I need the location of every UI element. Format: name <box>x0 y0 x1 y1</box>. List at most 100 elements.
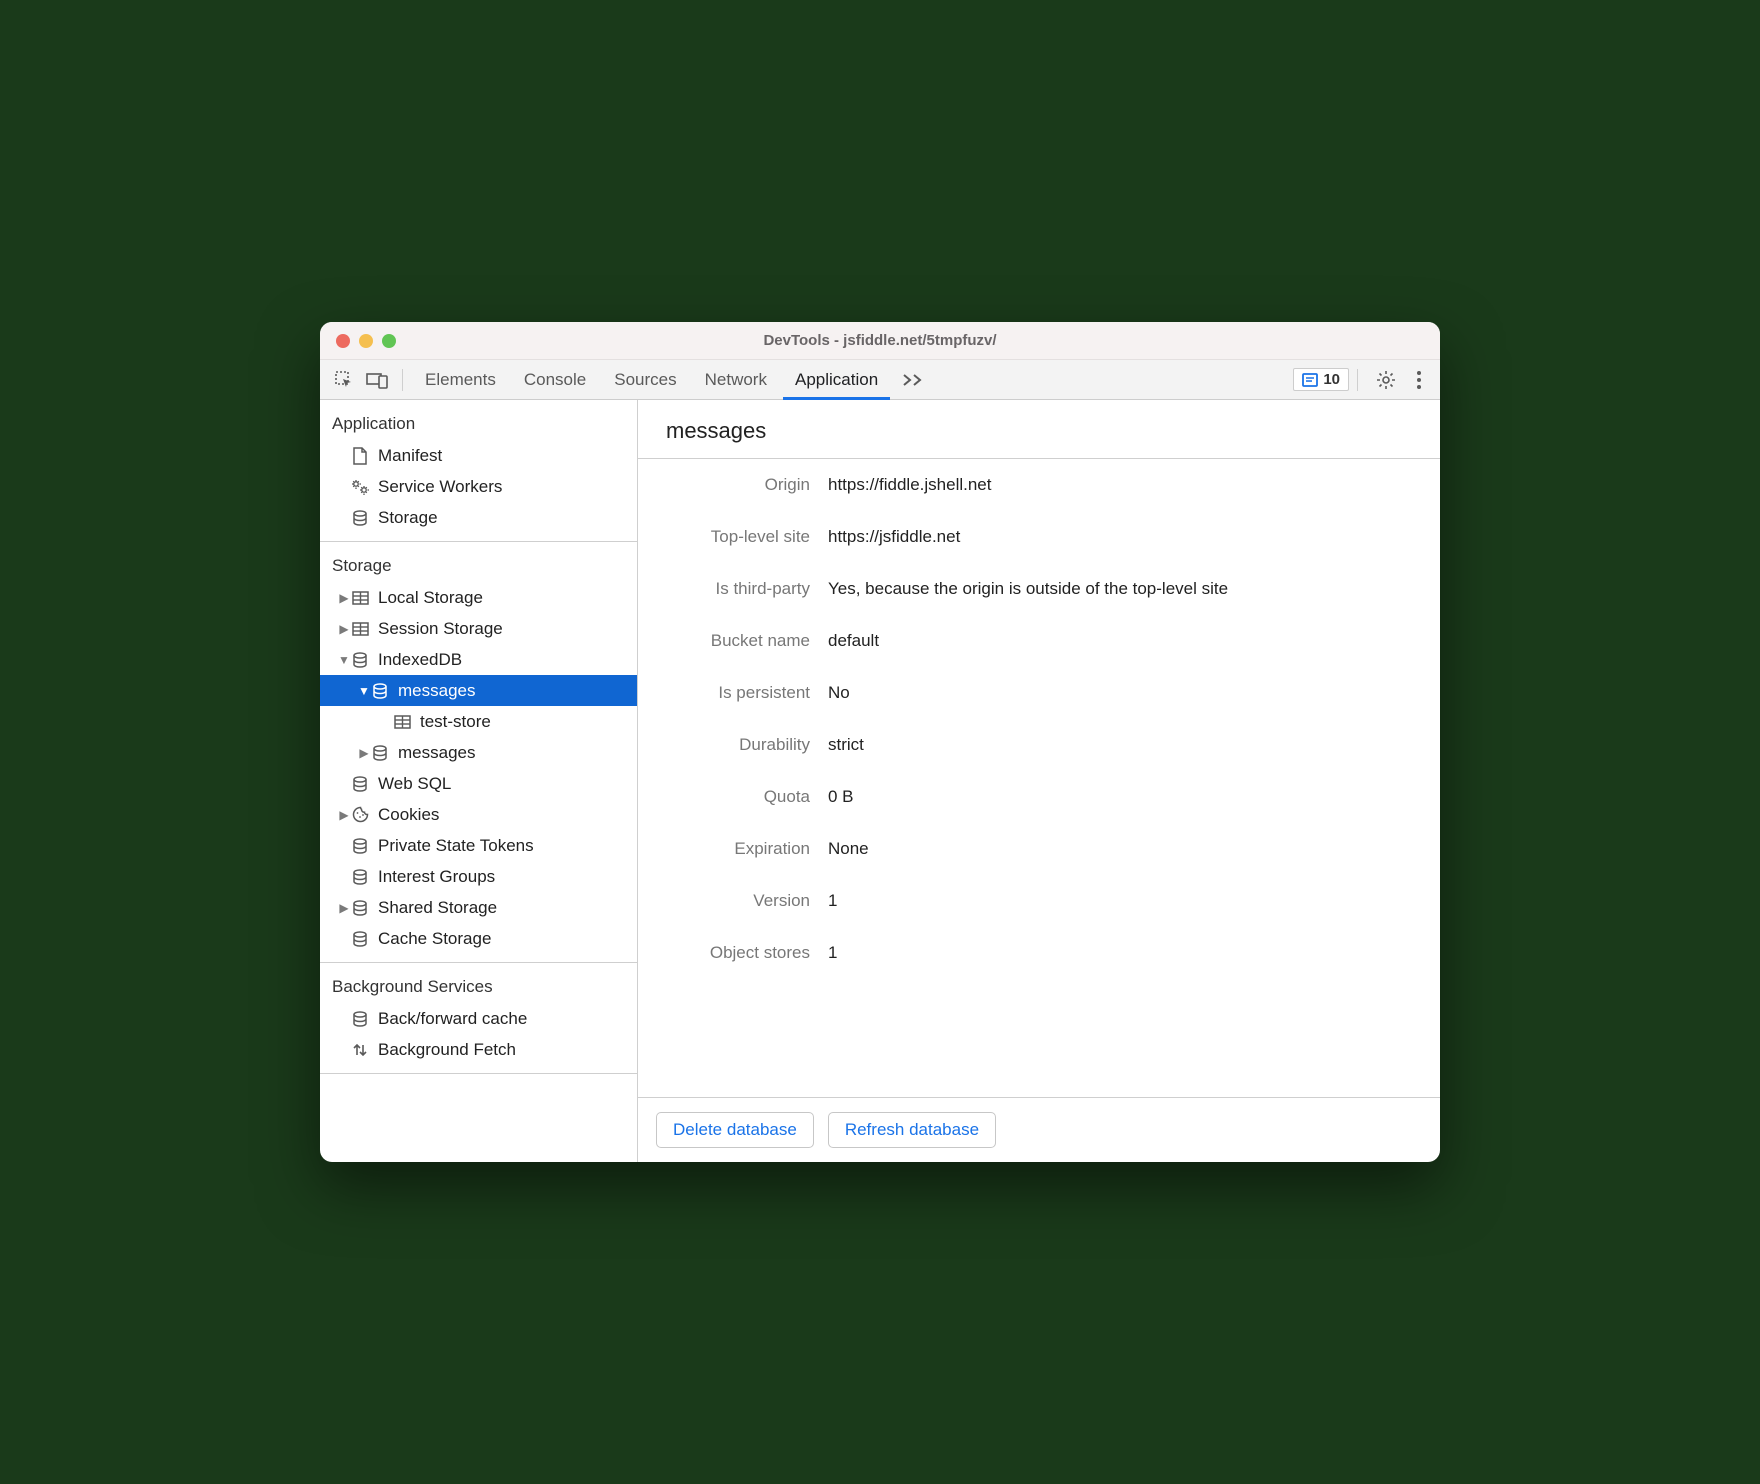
more-tabs-icon[interactable] <box>892 369 934 391</box>
chevron-down-icon[interactable]: ▼ <box>358 684 370 698</box>
detail-value: https://fiddle.jshell.net <box>828 475 1440 495</box>
detail-label: Durability <box>638 735 828 755</box>
tree-item-messages[interactable]: ▼messages <box>320 675 637 706</box>
application-sidebar: ApplicationManifestService WorkersStorag… <box>320 400 638 1162</box>
tree-item-storage[interactable]: Storage <box>320 502 637 533</box>
tree-item-cookies[interactable]: ▶Cookies <box>320 799 637 830</box>
detail-row: Durabilitystrict <box>638 719 1440 771</box>
minimize-icon[interactable] <box>359 334 373 348</box>
tree-item-indexeddb[interactable]: ▼ IndexedDB <box>320 644 637 675</box>
detail-value: 0 B <box>828 787 1440 807</box>
tab-console[interactable]: Console <box>510 361 600 399</box>
db-icon <box>370 745 390 761</box>
tree-item-label: Back/forward cache <box>378 1009 527 1029</box>
tree-item-private-state-tokens[interactable]: Private State Tokens <box>320 830 637 861</box>
db-icon <box>350 510 370 526</box>
inspect-element-icon[interactable] <box>328 366 360 394</box>
tree-item-label: Private State Tokens <box>378 836 534 856</box>
detail-label: Version <box>638 891 828 911</box>
issues-badge[interactable]: 10 <box>1293 368 1349 391</box>
tree-item-session-storage[interactable]: ▶ Session Storage <box>320 613 637 644</box>
tree-item-label: messages <box>398 743 475 763</box>
action-footer: Delete database Refresh database <box>638 1097 1440 1162</box>
tree-item-label: Manifest <box>378 446 442 466</box>
detail-label: Bucket name <box>638 631 828 651</box>
db-icon <box>350 900 370 916</box>
gears-icon <box>350 479 370 495</box>
detail-label: Quota <box>638 787 828 807</box>
tree-item-test-store[interactable]: test-store <box>320 706 637 737</box>
table-icon <box>392 715 412 729</box>
detail-row: Version1 <box>638 875 1440 927</box>
detail-value: No <box>828 683 1440 703</box>
tree-item-web-sql[interactable]: Web SQL <box>320 768 637 799</box>
tree-item-label: Interest Groups <box>378 867 495 887</box>
tree-item-label: Service Workers <box>378 477 502 497</box>
detail-label: Top-level site <box>638 527 828 547</box>
db-icon <box>350 776 370 792</box>
zoom-icon[interactable] <box>382 334 396 348</box>
tree-item-manifest[interactable]: Manifest <box>320 440 637 471</box>
tree-item-label: Local Storage <box>378 588 483 608</box>
issues-count: 10 <box>1323 371 1340 388</box>
chevron-right-icon[interactable]: ▶ <box>338 901 350 915</box>
detail-value: 1 <box>828 891 1440 911</box>
close-icon[interactable] <box>336 334 350 348</box>
tab-elements[interactable]: Elements <box>411 361 510 399</box>
db-icon <box>370 683 390 699</box>
devtools-window: DevTools - jsfiddle.net/5tmpfuzv/ Elemen… <box>320 322 1440 1162</box>
tree-item-background-fetch[interactable]: Background Fetch <box>320 1034 637 1065</box>
detail-value: strict <box>828 735 1440 755</box>
tree-item-label: Web SQL <box>378 774 451 794</box>
toolbar-divider <box>402 369 403 391</box>
db-icon <box>350 1011 370 1027</box>
tree-item-back-forward-cache[interactable]: Back/forward cache <box>320 1003 637 1034</box>
table-icon <box>350 591 370 605</box>
page-title: messages <box>638 400 1440 459</box>
db-icon <box>350 652 370 668</box>
main-panel: messages Originhttps://fiddle.jshell.net… <box>638 400 1440 1162</box>
settings-icon[interactable] <box>1366 366 1406 394</box>
table-icon <box>350 622 370 636</box>
tree-item-label: IndexedDB <box>378 650 462 670</box>
cookie-icon <box>350 806 370 823</box>
refresh-database-button[interactable]: Refresh database <box>828 1112 996 1148</box>
tab-network[interactable]: Network <box>691 361 781 399</box>
delete-database-button[interactable]: Delete database <box>656 1112 814 1148</box>
detail-value: 1 <box>828 943 1440 963</box>
detail-label: Is third-party <box>638 579 828 599</box>
tab-sources[interactable]: Sources <box>600 361 690 399</box>
detail-value: default <box>828 631 1440 651</box>
chevron-right-icon[interactable]: ▶ <box>358 746 370 760</box>
tree-item-service-workers[interactable]: Service Workers <box>320 471 637 502</box>
detail-row: Is third-partyYes, because the origin is… <box>638 563 1440 615</box>
tree-item-label: Cache Storage <box>378 929 491 949</box>
detail-label: Object stores <box>638 943 828 963</box>
tree-item-shared-storage[interactable]: ▶ Shared Storage <box>320 892 637 923</box>
section-title: Background Services <box>320 973 637 1003</box>
traffic-lights <box>320 334 396 348</box>
device-toolbar-icon[interactable] <box>360 367 394 393</box>
chevron-right-icon[interactable]: ▶ <box>338 808 350 822</box>
tree-item-cache-storage[interactable]: Cache Storage <box>320 923 637 954</box>
db-icon <box>350 931 370 947</box>
detail-label: Expiration <box>638 839 828 859</box>
title-bar: DevTools - jsfiddle.net/5tmpfuzv/ <box>320 322 1440 360</box>
detail-label: Origin <box>638 475 828 495</box>
detail-row: ExpirationNone <box>638 823 1440 875</box>
tree-item-messages[interactable]: ▶ messages <box>320 737 637 768</box>
tree-item-label: Session Storage <box>378 619 503 639</box>
kebab-menu-icon[interactable] <box>1406 366 1432 394</box>
detail-grid: Originhttps://fiddle.jshell.net Top-level… <box>638 459 1440 1097</box>
detail-row: Bucket namedefault <box>638 615 1440 667</box>
tree-item-interest-groups[interactable]: Interest Groups <box>320 861 637 892</box>
chevron-right-icon[interactable]: ▶ <box>338 622 350 636</box>
chevron-right-icon[interactable]: ▶ <box>338 591 350 605</box>
tab-application[interactable]: Application <box>781 361 892 399</box>
tree-item-label: Shared Storage <box>378 898 497 918</box>
tree-item-local-storage[interactable]: ▶ Local Storage <box>320 582 637 613</box>
detail-row: Is persistentNo <box>638 667 1440 719</box>
toolbar-divider <box>1357 369 1358 391</box>
tree-item-label: Storage <box>378 508 438 528</box>
chevron-down-icon[interactable]: ▼ <box>338 653 350 667</box>
